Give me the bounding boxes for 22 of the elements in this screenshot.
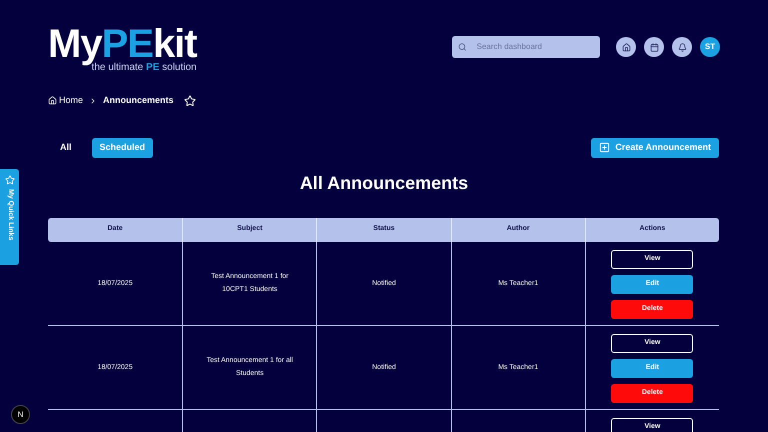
plus-icon xyxy=(599,142,610,153)
home-icon xyxy=(48,96,57,106)
search-icon xyxy=(458,42,467,52)
home-button[interactable] xyxy=(616,37,636,57)
bell-icon xyxy=(678,42,686,52)
calendar-button[interactable] xyxy=(644,37,664,57)
dev-badge[interactable]: N xyxy=(11,405,30,424)
page-title: All Announcements xyxy=(300,172,468,194)
filter-tab[interactable]: Scheduled xyxy=(92,138,154,158)
star-icon[interactable] xyxy=(184,94,196,107)
home-icon xyxy=(622,42,630,52)
search-input[interactable]: Search dashboard xyxy=(476,41,594,53)
create-announcement-button[interactable]: Create Announcement xyxy=(591,138,719,158)
calendar-icon xyxy=(650,42,658,52)
filter-tab[interactable]: All xyxy=(52,138,80,158)
search-field[interactable]: Search dashboard xyxy=(452,36,600,58)
breadcrumb-link[interactable]: Home xyxy=(48,94,84,108)
breadcrumb-current: Announcements xyxy=(103,94,174,107)
notifications-button[interactable] xyxy=(672,37,692,57)
star-icon xyxy=(4,175,14,185)
logo: MyPEkit the ultimate PE solution xyxy=(48,26,197,74)
user-avatar[interactable]: ST xyxy=(700,37,720,57)
